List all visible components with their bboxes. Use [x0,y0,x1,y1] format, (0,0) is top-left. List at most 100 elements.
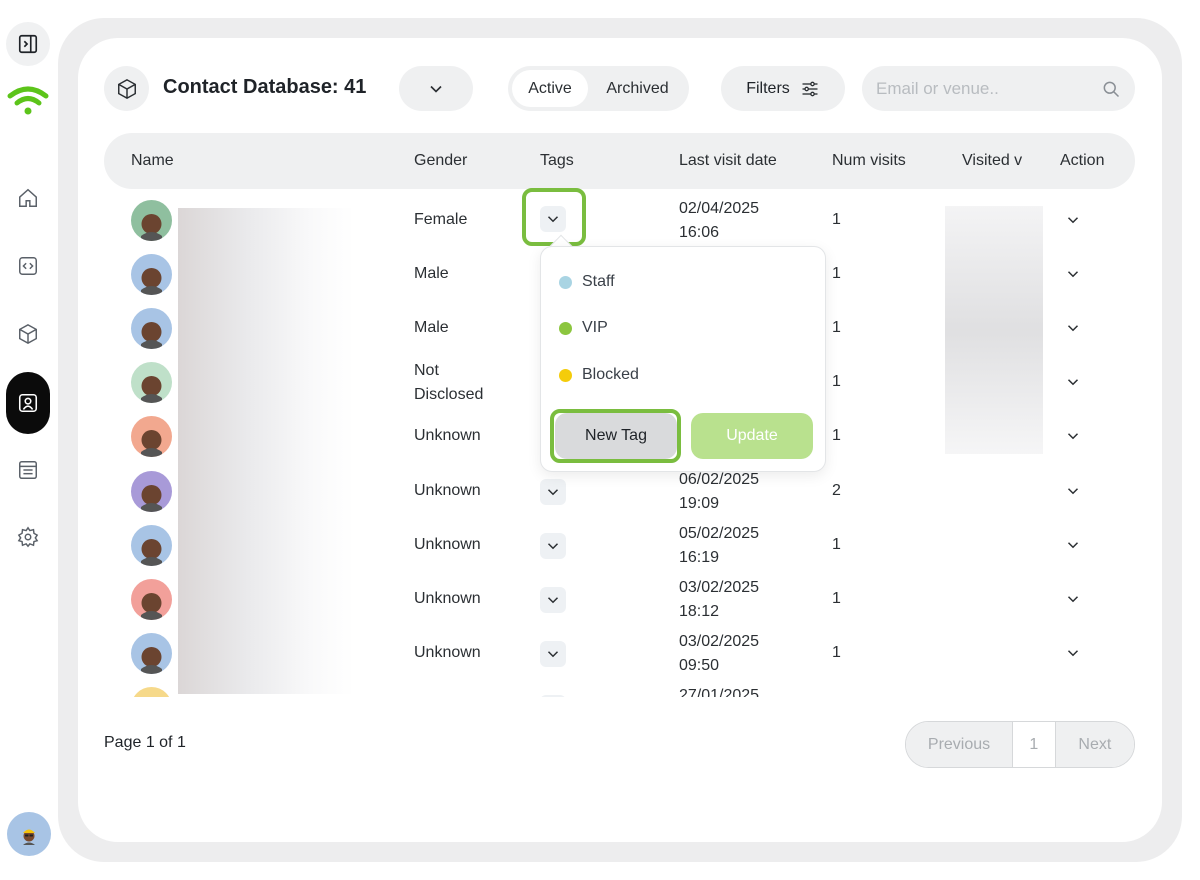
filters-button[interactable]: Filters [721,66,845,111]
column-header-name[interactable]: Name [131,152,174,170]
num-visits-cell: 1 [832,211,841,228]
list-icon[interactable] [6,448,50,492]
tag-option-blocked[interactable]: Blocked [559,366,639,384]
chevron-down-icon [1067,596,1079,603]
tag-dot [559,368,572,382]
home-icon[interactable] [6,176,50,220]
page-indicator: Page 1 of 1 [104,734,186,751]
previous-page-button[interactable]: Previous [906,722,1013,767]
visit-date: 03/02/2025 [679,579,760,596]
avatar [131,471,172,512]
gear-icon[interactable] [6,515,50,559]
gender-line: Disclosed [414,386,484,403]
row-action-button[interactable] [1059,206,1087,234]
filters-label: Filters [746,79,790,97]
column-header-num-visits[interactable]: Num visits [832,152,906,170]
chevron-down-icon [1067,650,1079,657]
column-header-tags[interactable]: Tags [540,152,574,170]
visit-date: 05/02/2025 [679,525,760,542]
last-visit-cell: 02/04/2025 16:06 [679,197,759,245]
column-header-visited[interactable]: Visited v [962,152,1022,170]
update-button[interactable]: Update [691,413,813,459]
chevron-down-icon [1067,488,1079,495]
tag-label: Blocked [582,366,639,383]
redacted-names [178,208,354,694]
tag-button-highlight [522,188,586,246]
tag-dropdown-button[interactable] [540,587,566,613]
chevron-down-icon [547,489,559,496]
chevron-down-icon [430,85,442,93]
tag-dot [559,321,572,335]
row-action-button[interactable] [1059,639,1087,667]
search-input[interactable] [876,78,1101,99]
tab-archived[interactable]: Archived [590,70,685,107]
row-action-button[interactable] [1059,368,1087,396]
chevron-down-icon [1067,542,1079,549]
cube-icon[interactable] [6,312,50,356]
avatar [131,633,172,674]
tag-dropdown-button[interactable] [540,641,566,667]
chevron-down-icon [1067,217,1079,224]
row-action-button[interactable] [1059,477,1087,505]
visit-time: 09:50 [679,657,720,674]
avatar [131,254,172,295]
gender-line: Not [414,362,439,379]
user-avatar[interactable] [7,812,51,856]
visit-date: 02/04/2025 [679,200,760,217]
row-action-button[interactable] [1059,585,1087,613]
search-icon[interactable] [1101,79,1121,99]
column-header-last-visit[interactable]: Last visit date [679,152,777,170]
gender-cell: Unknown [414,644,481,661]
tag-label: Staff [582,273,615,290]
chevron-down-icon [1067,325,1079,332]
database-dropdown[interactable] [399,66,473,111]
num-visits-cell: 2 [832,482,841,499]
last-visit-cell: 03/02/2025 18:12 [679,576,759,624]
avatar [131,416,172,457]
search-bar [862,66,1135,111]
column-header-action: Action [1060,152,1105,169]
contacts-icon[interactable] [6,372,50,434]
avatar [131,362,172,403]
num-visits-cell: 1 [832,536,841,553]
gender-cell: Unknown [414,427,481,444]
visit-time: 16:06 [679,224,720,241]
redacted-visited-venues [945,206,1043,454]
column-header-gender[interactable]: Gender [414,152,467,170]
chevron-down-icon [547,543,559,550]
row-action-button[interactable] [1059,260,1087,288]
num-visits-cell: 1 [832,427,841,444]
new-tag-highlight [550,409,681,463]
tab-active[interactable]: Active [512,70,588,107]
page-title: Contact Database: 41 [163,76,367,98]
wifi-logo-icon[interactable] [6,80,50,124]
tag-option-vip[interactable]: VIP [559,319,608,337]
chevron-down-icon [547,597,559,604]
gender-cell: Female [414,211,468,228]
chevron-down-icon [1067,433,1079,440]
gender-cell: Male [414,319,449,336]
row-action-button[interactable] [1059,314,1087,342]
chevron-down-icon [1067,271,1079,278]
last-visit-cell: 06/02/2025 19:09 [679,468,759,516]
visit-time: 19:09 [679,495,720,512]
next-page-button[interactable]: Next [1055,722,1134,767]
tag-dropdown-button[interactable] [540,479,566,505]
row-action-button[interactable] [1059,422,1087,450]
num-visits-cell: 1 [832,373,841,390]
code-icon[interactable] [6,244,50,288]
visit-date: 03/02/2025 [679,633,760,650]
sidebar [0,0,58,880]
visit-time: 16:19 [679,549,720,566]
row-action-button[interactable] [1059,531,1087,559]
tag-dropdown-button[interactable] [540,533,566,559]
last-visit-cell: 03/02/2025 09:50 [679,630,759,678]
tag-option-staff[interactable]: Staff [559,273,615,291]
table-header: Name Gender Tags Last visit date Num vis… [104,133,1135,189]
status-segmented-control: Active Archived [508,66,689,111]
gender-cell: Unknown [414,536,481,553]
avatar [131,200,172,241]
sidebar-toggle-icon[interactable] [6,22,50,66]
page-number-button[interactable]: 1 [1012,722,1056,767]
avatar [131,308,172,349]
